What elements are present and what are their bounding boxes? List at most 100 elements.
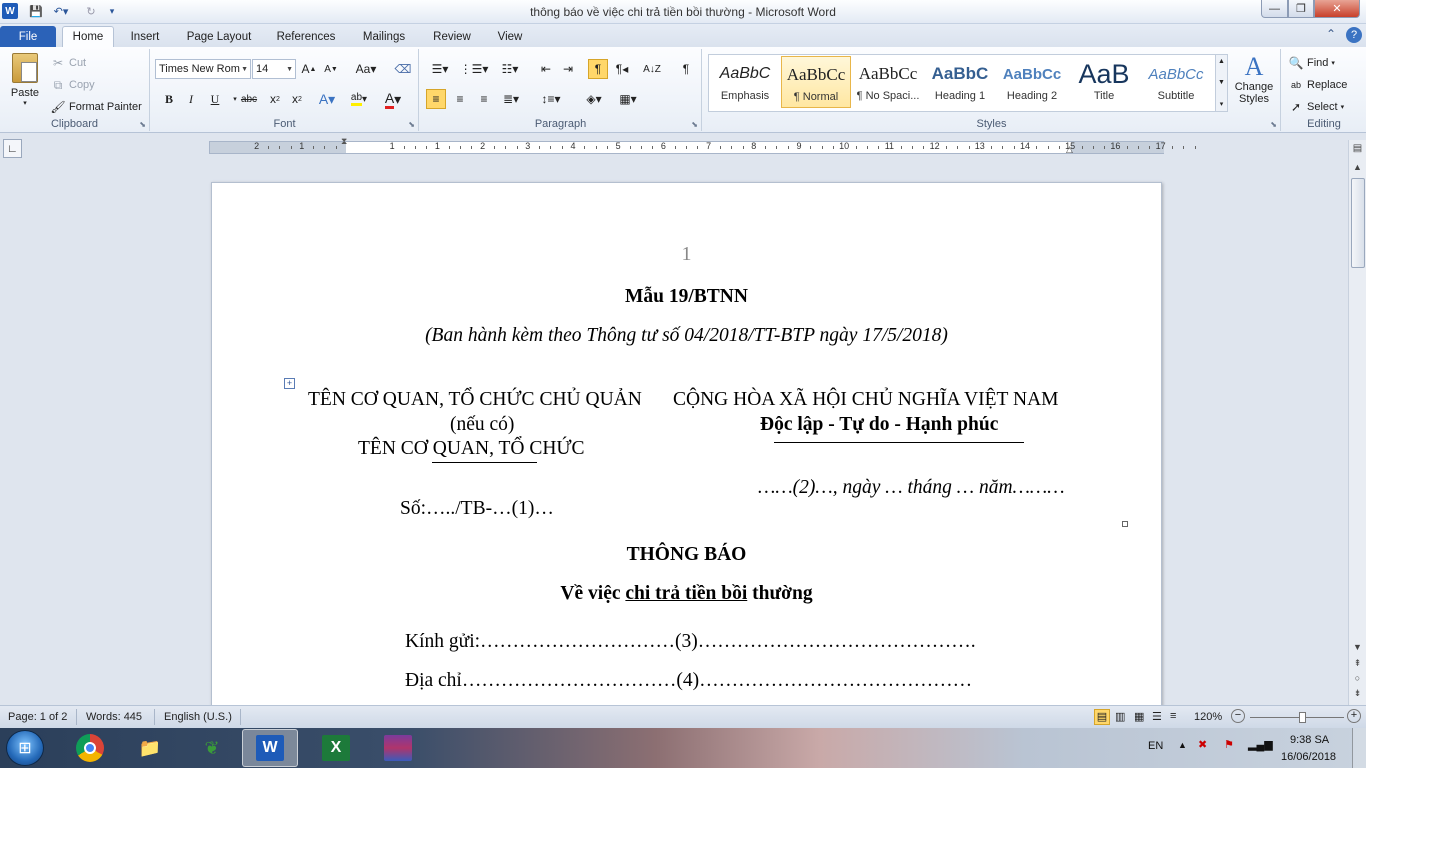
replace-button[interactable]: ab Replace bbox=[1288, 77, 1347, 93]
help-icon[interactable]: ? bbox=[1346, 27, 1362, 43]
chevron-up-icon[interactable]: ▲ bbox=[1218, 58, 1225, 65]
subscript-button[interactable]: x2 bbox=[265, 89, 285, 109]
explorer-taskbar-button[interactable]: 📁 bbox=[122, 729, 178, 767]
indent-marker-icon[interactable]: ⧗ bbox=[341, 136, 347, 147]
chevron-down-icon[interactable]: ▼ bbox=[1218, 79, 1225, 86]
align-center-button[interactable]: ≡ bbox=[450, 89, 470, 109]
line-spacing-button[interactable]: ↕≡▾ bbox=[538, 89, 564, 109]
clock-date[interactable]: 16/06/2018 bbox=[1281, 751, 1336, 763]
font-size-combo[interactable]: 14 ▼ bbox=[252, 59, 296, 79]
dialog-launcher-icon[interactable]: ⬊ bbox=[408, 120, 415, 129]
network-warning-icon[interactable]: ⚑ bbox=[1224, 738, 1234, 751]
print-layout-icon[interactable]: ▤ bbox=[1094, 709, 1110, 725]
minimize-button[interactable]: — bbox=[1261, 0, 1288, 18]
style-heading-1[interactable]: AaBbC Heading 1 bbox=[925, 56, 995, 108]
tab-selector[interactable]: ∟ bbox=[3, 139, 22, 158]
signal-icon[interactable]: ▂▄▆ bbox=[1248, 738, 1273, 751]
tab-home[interactable]: Home bbox=[62, 26, 114, 47]
strikethrough-button[interactable]: abc bbox=[239, 89, 259, 109]
page-indicator[interactable]: Page: 1 of 2 bbox=[8, 711, 67, 723]
zoom-slider[interactable] bbox=[1250, 712, 1344, 723]
ruler-toggle-icon[interactable]: ▤ bbox=[1349, 143, 1366, 154]
show-formatting-button[interactable]: ¶ bbox=[676, 59, 696, 79]
multilevel-list-button[interactable]: ☷▾ bbox=[496, 59, 524, 79]
borders-button[interactable]: ▦▾ bbox=[614, 89, 642, 109]
find-button[interactable]: 🔍 Find ▾ bbox=[1288, 55, 1335, 71]
sort-button[interactable]: A↓Z bbox=[642, 59, 662, 79]
app-taskbar-button[interactable]: ❦ bbox=[184, 729, 240, 767]
font-name-combo[interactable]: Times New Rom ▼ bbox=[155, 59, 251, 79]
tab-review[interactable]: Review bbox=[426, 26, 478, 47]
tab-references[interactable]: References bbox=[270, 26, 342, 47]
chrome-taskbar-button[interactable] bbox=[62, 729, 118, 767]
format-painter-button[interactable]: 🖌 Format Painter bbox=[50, 99, 141, 115]
tab-insert[interactable]: Insert bbox=[122, 26, 168, 47]
gallery-scroll[interactable]: ▲ ▼ ▾ bbox=[1215, 54, 1228, 112]
next-page-icon[interactable]: ⇟ bbox=[1349, 688, 1366, 699]
shading-button[interactable]: ◈▾ bbox=[580, 89, 608, 109]
scroll-down-icon[interactable]: ▼ bbox=[1349, 642, 1366, 652]
show-desktop-button[interactable] bbox=[1352, 728, 1366, 768]
dialog-launcher-icon[interactable]: ⬊ bbox=[139, 120, 146, 129]
cut-button[interactable]: ✂ Cut bbox=[50, 55, 86, 71]
font-color-button[interactable]: A ▾ bbox=[383, 89, 403, 109]
decrease-indent-button[interactable]: ⇤ bbox=[536, 59, 556, 79]
style-title[interactable]: AaB Title bbox=[1069, 56, 1139, 108]
web-layout-icon[interactable]: ▦ bbox=[1134, 710, 1144, 723]
underline-button[interactable]: U bbox=[205, 89, 225, 109]
winrar-taskbar-button[interactable] bbox=[370, 729, 426, 767]
more-icon[interactable]: ▾ bbox=[1220, 100, 1224, 108]
zoom-level[interactable]: 120% bbox=[1194, 711, 1222, 723]
tab-page-layout[interactable]: Page Layout bbox=[180, 26, 258, 47]
show-hidden-icons-icon[interactable]: ▲ bbox=[1178, 740, 1187, 750]
style-heading-2[interactable]: AaBbCc Heading 2 bbox=[997, 56, 1067, 108]
clear-formatting-button[interactable]: ⌫ bbox=[393, 59, 413, 79]
bullets-button[interactable]: ☰▾ bbox=[426, 59, 454, 79]
dialog-launcher-icon[interactable]: ⬊ bbox=[1270, 120, 1277, 129]
bold-button[interactable]: B bbox=[159, 89, 179, 109]
vertical-scrollbar[interactable]: ▤ ▲ ▼ ⇞ ○ ⇟ bbox=[1348, 140, 1366, 705]
excel-taskbar-button[interactable]: X bbox=[308, 729, 364, 767]
justify-button[interactable]: ≣▾ bbox=[498, 89, 524, 109]
highlight-button[interactable]: ab ▾ bbox=[349, 89, 369, 109]
language-indicator[interactable]: English (U.S.) bbox=[164, 711, 232, 723]
right-indent-icon[interactable]: △ bbox=[1066, 144, 1073, 155]
select-button[interactable]: ➚ Select ▾ bbox=[1288, 99, 1344, 115]
tab-mailings[interactable]: Mailings bbox=[354, 26, 414, 47]
table-resize-handle-icon[interactable] bbox=[1122, 521, 1128, 527]
text-effects-button[interactable]: A▾ bbox=[317, 89, 337, 109]
outline-icon[interactable]: ☰ bbox=[1152, 710, 1162, 723]
paste-button[interactable]: Paste ▾ bbox=[6, 53, 44, 107]
increase-indent-button[interactable]: ⇥ bbox=[558, 59, 578, 79]
word-taskbar-button[interactable]: W bbox=[242, 729, 298, 767]
close-button[interactable]: ✕ bbox=[1314, 0, 1360, 18]
scroll-up-icon[interactable]: ▲ bbox=[1349, 162, 1366, 172]
tab-file[interactable]: File bbox=[0, 26, 56, 47]
zoom-slider-thumb[interactable] bbox=[1298, 712, 1306, 723]
change-styles-button[interactable]: A Change Styles bbox=[1233, 53, 1275, 106]
italic-button[interactable]: I bbox=[181, 89, 201, 109]
maximize-button[interactable]: ❐ bbox=[1288, 0, 1314, 18]
ltr-button[interactable]: ¶ bbox=[588, 59, 608, 79]
browse-object-icon[interactable]: ○ bbox=[1349, 673, 1366, 683]
previous-page-icon[interactable]: ⇞ bbox=[1349, 658, 1366, 669]
align-left-button[interactable]: ≡ bbox=[426, 89, 446, 109]
input-language[interactable]: EN bbox=[1148, 740, 1163, 752]
style-no-spacing[interactable]: AaBbCc ¶ No Spaci... bbox=[853, 56, 923, 108]
rtl-button[interactable]: ¶◂ bbox=[612, 59, 632, 79]
security-tray-icon[interactable]: ✖ bbox=[1198, 738, 1207, 751]
style-emphasis[interactable]: AaBbC Emphasis bbox=[710, 56, 780, 108]
zoom-out-icon[interactable]: − bbox=[1231, 709, 1245, 723]
document-page[interactable]: 1 Mẫu 19/BTNN (Ban hành kèm theo Thông t… bbox=[211, 182, 1162, 705]
dialog-launcher-icon[interactable]: ⬊ bbox=[691, 120, 698, 129]
draft-icon[interactable]: ≡ bbox=[1170, 710, 1176, 722]
numbering-button[interactable]: ⋮☰▾ bbox=[460, 59, 489, 79]
change-case-button[interactable]: Aa▾ bbox=[353, 59, 379, 79]
shrink-font-button[interactable]: A ▼ bbox=[321, 59, 341, 79]
style-normal[interactable]: AaBbCc ¶ Normal bbox=[781, 56, 851, 108]
tab-view[interactable]: View bbox=[490, 26, 530, 47]
horizontal-ruler[interactable]: 2 1 1 1 2 3 4 5 6 7 8 9 10 11 12 13 14 15 16 17 ⧗ △ bbox=[209, 136, 1196, 155]
table-move-handle-icon[interactable]: + bbox=[284, 378, 295, 389]
superscript-button[interactable]: x2 bbox=[287, 89, 307, 109]
copy-button[interactable]: ⧉ Copy bbox=[50, 77, 95, 93]
